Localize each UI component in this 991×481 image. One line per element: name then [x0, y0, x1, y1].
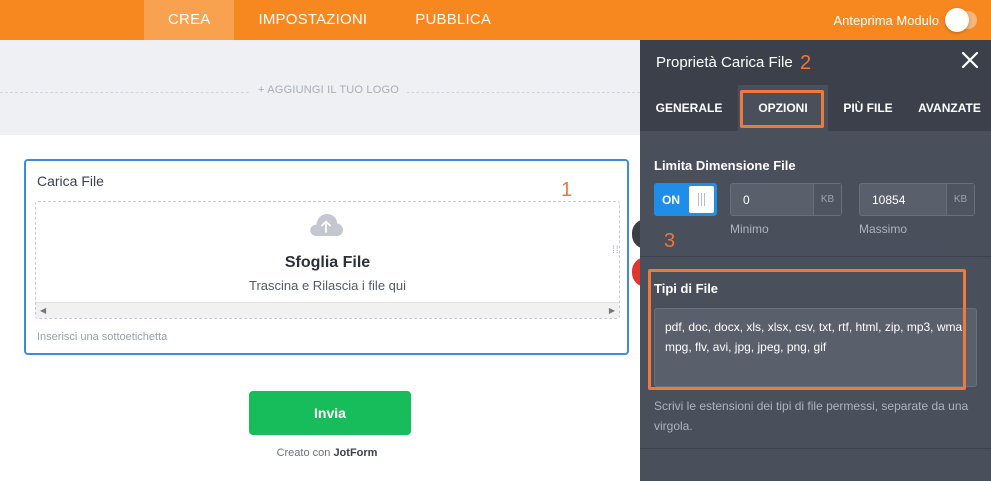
- sublabel-input[interactable]: Inserisci una sottoetichetta: [37, 331, 167, 343]
- thumb-grip-line: [704, 193, 705, 206]
- close-icon[interactable]: [961, 51, 979, 69]
- top-nav: CREA IMPOSTAZIONI PUBBLICA: [144, 0, 515, 40]
- limit-size-toggle-label: ON: [662, 193, 680, 207]
- submit-button[interactable]: Invia: [249, 391, 411, 435]
- min-size-input[interactable]: 0 KB: [730, 183, 842, 216]
- panel-header: Proprietà Carica File 2: [640, 40, 991, 85]
- max-size-unit: KB: [946, 184, 974, 215]
- file-upload-field[interactable]: Carica File 1 Sfoglia File Trascina e Ri…: [24, 159, 629, 355]
- tab-pubblica[interactable]: PUBBLICA: [391, 0, 515, 40]
- limit-size-toggle[interactable]: ON: [654, 183, 717, 216]
- min-size-caption: Minimo: [730, 222, 769, 236]
- min-size-value: 0: [743, 193, 750, 207]
- thumb-grip-line: [701, 193, 702, 206]
- max-size-value: 10854: [872, 193, 906, 207]
- field-label: Carica File: [37, 173, 104, 189]
- thumb-grip-line: [698, 193, 699, 206]
- credit-prefix: Creato con: [276, 447, 331, 459]
- panel-title: Proprietà Carica File: [656, 54, 793, 71]
- max-size-input[interactable]: 10854 KB: [859, 183, 975, 216]
- annotation-badge-2: 2: [800, 52, 812, 74]
- preview-toggle[interactable]: [945, 8, 977, 32]
- annotation-badge-1: 1: [561, 179, 573, 201]
- scroll-left-icon[interactable]: ◀: [40, 306, 46, 315]
- logo-area: + AGGIUNGI IL TUO LOGO: [0, 40, 640, 135]
- max-size-caption: Massimo: [859, 222, 908, 236]
- credit-brand[interactable]: JotForm: [333, 447, 377, 459]
- file-types-hint: Scrivi le estensioni dei tipi di file pe…: [654, 399, 969, 433]
- annotation-highlight-tipi: [648, 269, 966, 390]
- section-divider: [640, 448, 991, 449]
- tab-generale[interactable]: GENERALE: [640, 85, 738, 131]
- annotation-highlight-opzioni: [740, 90, 824, 128]
- add-logo-link[interactable]: + AGGIUNGI IL TUO LOGO: [250, 84, 408, 96]
- preview-label: Anteprima Modulo: [833, 12, 940, 28]
- annotation-badge-3: 3: [664, 230, 676, 252]
- horizontal-scrollbar[interactable]: ◀ ▶: [36, 302, 619, 318]
- drag-drop-hint: Trascina e Rilascia i file qui: [248, 278, 407, 293]
- toggle-thumb: [689, 186, 714, 213]
- preview-toggle-knob: [945, 8, 969, 32]
- tab-impostazioni[interactable]: IMPOSTAZIONI: [234, 0, 391, 40]
- preview-control: Anteprima Modulo: [833, 0, 977, 40]
- scroll-right-icon[interactable]: ▶: [609, 306, 615, 315]
- browse-files-title[interactable]: Sfoglia File: [36, 254, 619, 272]
- section-divider: [640, 256, 991, 257]
- cloud-upload-icon: [310, 214, 343, 236]
- file-dropzone[interactable]: Sfoglia File Trascina e Rilascia i file …: [35, 201, 620, 319]
- drag-handle-icon[interactable]: ⁞⁞: [612, 246, 620, 264]
- credit-text: Creato con JotForm: [0, 447, 654, 459]
- min-size-unit: KB: [813, 184, 841, 215]
- tab-crea[interactable]: CREA: [144, 0, 235, 40]
- tab-piu-file[interactable]: PIÙ FILE: [828, 85, 908, 131]
- top-bar: CREA IMPOSTAZIONI PUBBLICA Anteprima Mod…: [0, 0, 991, 40]
- properties-panel: Proprietà Carica File 2 GENERALE OPZIONI…: [640, 40, 991, 481]
- form-body: Carica File 1 Sfoglia File Trascina e Ri…: [0, 135, 646, 481]
- tab-avanzate[interactable]: AVANZATE: [908, 85, 991, 131]
- limit-size-title: Limita Dimensione File: [654, 158, 796, 173]
